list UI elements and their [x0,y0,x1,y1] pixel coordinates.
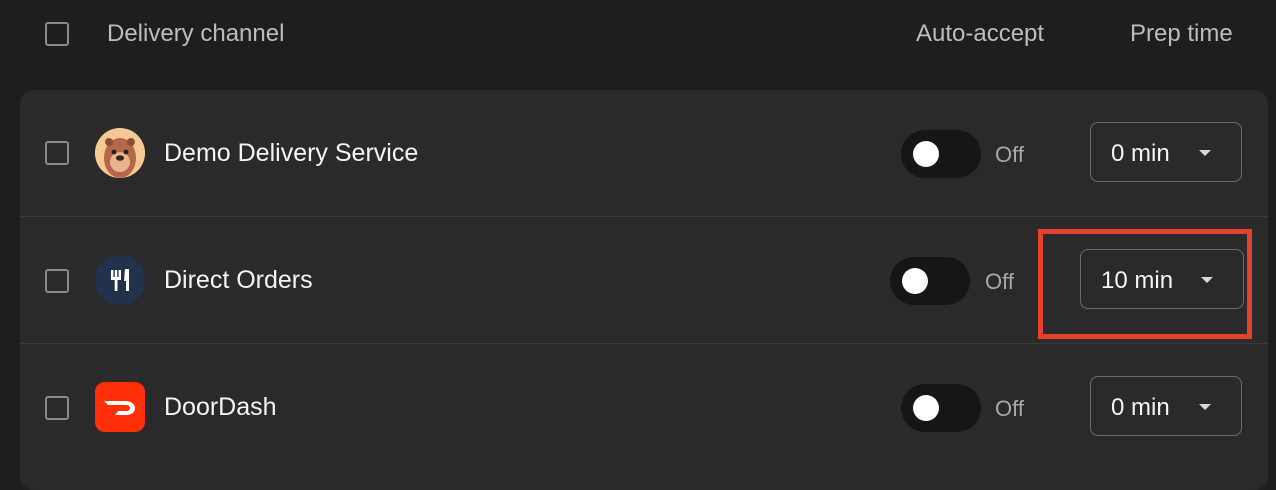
highlight-box [1038,229,1252,339]
prep-time-select[interactable]: 0 min [1090,376,1242,436]
channel-name: Demo Delivery Service [164,139,419,167]
otter-mascot-icon [95,128,145,178]
auto-accept-status: Off [985,269,1014,294]
toggle-knob [902,268,928,294]
chevron-down-icon [1199,404,1211,410]
row-checkbox[interactable] [45,141,69,165]
channel-name: Direct Orders [164,266,313,294]
auto-accept-toggle[interactable] [890,257,970,305]
chevron-down-icon [1199,150,1211,156]
table-header: Delivery channel Auto-accept Prep time [0,0,1276,70]
row-checkbox[interactable] [45,396,69,420]
toggle-knob [913,141,939,167]
list-item: DoorDash Off 0 min [20,344,1268,471]
auto-accept-status: Off [995,142,1024,167]
auto-accept-status: Off [995,396,1024,421]
auto-accept-toggle[interactable] [901,384,981,432]
prep-time-select[interactable]: 0 min [1090,122,1242,182]
doordash-logo-icon [95,382,145,432]
auto-accept-toggle[interactable] [901,130,981,178]
select-all-checkbox[interactable] [45,22,69,46]
prep-time-value: 0 min [1111,140,1170,167]
row-checkbox[interactable] [45,269,69,293]
channel-name: DoorDash [164,393,277,421]
prep-time-header: Prep time [1130,20,1233,47]
prep-time-value: 0 min [1111,394,1170,421]
auto-accept-header: Auto-accept [916,20,1045,47]
toggle-knob [913,395,939,421]
fork-knife-icon [95,255,145,305]
delivery-channel-header: Delivery channel [107,20,285,47]
list-item: Demo Delivery Service Off 0 min [20,90,1268,217]
